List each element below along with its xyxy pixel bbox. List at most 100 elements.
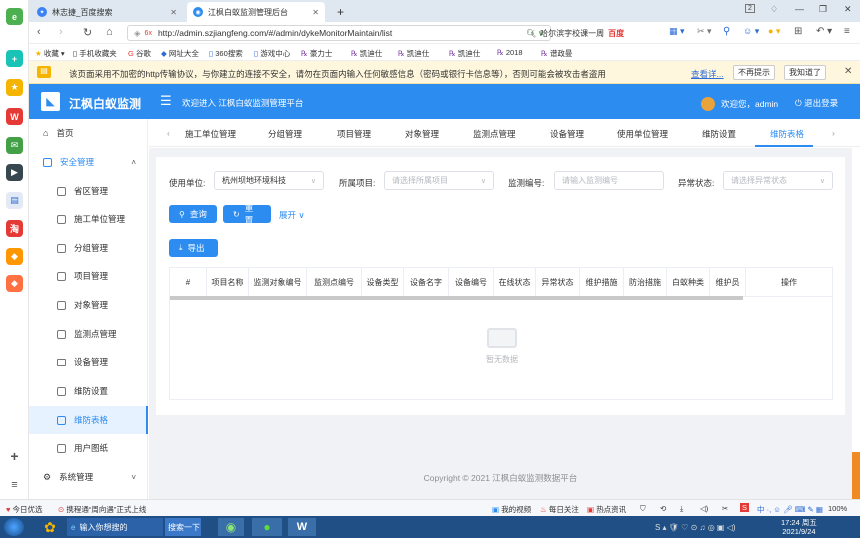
sidebar-item-system[interactable]: ⚙ 系统管理 ˅ xyxy=(29,463,148,491)
sidebar-item-user-drawings[interactable]: 用户图纸 xyxy=(29,434,148,462)
status-daily[interactable]: ♨ 每日关注 xyxy=(540,504,579,515)
more-icon[interactable]: ≡ xyxy=(844,26,850,37)
tab-user-unit[interactable]: 使用单位管理 xyxy=(617,128,668,140)
document-icon[interactable]: ▤ xyxy=(6,192,23,209)
tab-maintain-table[interactable]: 维防表格 xyxy=(770,128,804,140)
address-bar[interactable]: ◈ 6x http://admin.szjiangfeng.com/#/admi… xyxy=(127,25,551,41)
new-tab-button[interactable]: + xyxy=(331,2,350,22)
wechat-icon[interactable]: ● xyxy=(252,518,282,536)
bookmark-item[interactable]: ▯ 手机收藏夹 xyxy=(73,48,117,59)
close-warning-icon[interactable]: ✕ xyxy=(844,66,852,77)
browser-tab[interactable]: ✦ 林志捷_百度搜索 ✕ xyxy=(31,2,183,22)
bookmark-item[interactable]: ℞ 2018 xyxy=(497,48,523,57)
grid-icon[interactable]: ▦ ▾ xyxy=(669,26,685,37)
bookmark-item[interactable]: ℞ 凯迪仕 xyxy=(449,48,480,59)
tab-monitor-point[interactable]: 监测点管理 xyxy=(473,128,516,140)
horizontal-scrollbar[interactable] xyxy=(170,296,743,300)
sidebar-item-security[interactable]: 安全管理 ˄ xyxy=(29,148,148,176)
tab-maintain-settings[interactable]: 维防设置 xyxy=(702,128,736,140)
magnify-icon[interactable]: ⚲ xyxy=(723,26,730,37)
search-box[interactable]: 🔍︎ 哈尔滨字校课一周 百度 xyxy=(526,25,656,41)
side-widget[interactable] xyxy=(852,452,860,500)
sidebar-item-maintain-table[interactable]: 维防表格 xyxy=(29,406,148,434)
taskbar-ie-item[interactable]: e 输入你想搜的 xyxy=(67,518,163,536)
bookmark-item[interactable]: ℞ 凯迪仕 xyxy=(398,48,429,59)
user-info[interactable]: 欢迎您，admin xyxy=(701,97,778,111)
start-button[interactable] xyxy=(4,518,24,536)
status-hot-news[interactable]: ▣ 热点资讯 xyxy=(587,504,626,515)
bookmark-item[interactable]: ★ 收藏 ▾ xyxy=(35,48,65,59)
status-my-video[interactable]: ▣ 我的视频 xyxy=(492,504,531,515)
browser-logo-icon[interactable]: e xyxy=(6,8,23,25)
sidebar-item-province[interactable]: 省区管理 xyxy=(29,177,148,205)
tabs-next-icon[interactable]: › xyxy=(832,128,835,138)
tab-project[interactable]: 项目管理 xyxy=(337,128,371,140)
game2-icon[interactable]: ◆ xyxy=(6,275,23,292)
download-icon[interactable]: ⤓ xyxy=(680,504,683,514)
close-icon[interactable]: ✕ xyxy=(312,8,319,17)
project-select[interactable]: 请选择所属项目 ∨ xyxy=(384,171,494,190)
tray-icons[interactable]: S ▴ 🛡︎ ♡ ⊙ ♫ ◎ ▣ ◁) xyxy=(655,518,736,536)
star-icon[interactable]: ★ xyxy=(6,79,23,96)
bookmark-item[interactable]: G 谷歌 xyxy=(128,48,151,59)
tabs-prev-icon[interactable]: ‹ xyxy=(167,128,170,138)
sidebar-item-maintain-settings[interactable]: 维防设置 xyxy=(29,377,148,405)
abnormal-select[interactable]: 请选择异常状态 ∨ xyxy=(723,171,833,190)
today-picks[interactable]: ♥ 今日优选 xyxy=(6,504,43,515)
code-input[interactable]: 请输入监测编号 xyxy=(554,171,664,190)
refresh-icon[interactable]: ↻ xyxy=(83,26,92,39)
browser-tab-active[interactable]: ◉ 江枫白蚁监测管理后台 ✕ xyxy=(187,2,325,22)
sidebar-item-object[interactable]: 对象管理 xyxy=(29,291,148,319)
export-button[interactable]: ⤓ 导出 xyxy=(169,239,218,257)
app-plus-icon[interactable]: + xyxy=(6,50,23,67)
sidebar-item-device[interactable]: 设备管理 xyxy=(29,348,148,376)
tab-group[interactable]: 分组管理 xyxy=(268,128,302,140)
game-icon[interactable]: ◆ xyxy=(6,248,23,265)
acknowledge-button[interactable]: 我知道了 xyxy=(784,65,826,80)
sound-icon[interactable]: ◁) xyxy=(700,504,708,513)
bookmark-item[interactable]: ▯ 游戏中心 xyxy=(254,48,290,59)
ime-icon[interactable]: S xyxy=(740,503,750,512)
sidebar-item-contractor[interactable]: 施工单位管理 xyxy=(29,205,148,233)
sidebar-item-project[interactable]: 项目管理 xyxy=(29,262,148,290)
bookmark-item[interactable]: ℞ 豪力士 xyxy=(301,48,332,59)
sidebar-item-monitor-point[interactable]: 监测点管理 xyxy=(29,320,148,348)
logout-button[interactable]: ⏻ 退出登录 xyxy=(795,97,838,109)
close-icon[interactable]: ✕ xyxy=(170,8,177,17)
tab-object[interactable]: 对象管理 xyxy=(405,128,439,140)
apps-icon[interactable]: ⊞ xyxy=(794,26,802,37)
coin-icon[interactable]: ● ▾ xyxy=(768,26,780,37)
user-icon[interactable]: ☺ ▾ xyxy=(743,26,759,37)
system-clock[interactable]: 17:24 周五 2021/9/24 xyxy=(781,518,817,536)
bookmark-item[interactable]: ℞ 谱政曼 xyxy=(541,48,572,59)
tab-contractor[interactable]: 施工单位管理 xyxy=(185,128,236,140)
scissors-icon[interactable]: ✂ ▾ xyxy=(697,26,712,37)
forward-icon[interactable]: › xyxy=(59,26,63,38)
reset-button[interactable]: ↻ 重置 xyxy=(223,203,271,225)
pinned-app-icon[interactable]: ✿ xyxy=(38,518,62,536)
undo-icon[interactable]: ↶ ▾ xyxy=(816,26,832,37)
minimize-icon[interactable]: — xyxy=(795,4,804,14)
mail-icon[interactable]: ✉ xyxy=(6,137,23,154)
back-icon[interactable]: ‹ xyxy=(37,26,41,38)
bookmark-item[interactable]: ▯ 360搜索 xyxy=(209,48,243,59)
bookmark-item[interactable]: ℞ 凯迪仕 xyxy=(351,48,382,59)
dismiss-forever-button[interactable]: 不再提示 xyxy=(733,65,775,80)
sidebar-item-home[interactable]: ⌂ 首页 xyxy=(29,119,148,147)
warning-details-link[interactable]: 查看详... xyxy=(691,68,724,80)
query-button[interactable]: ⚲ 查询 xyxy=(169,205,217,223)
tab-device[interactable]: 设备管理 xyxy=(550,128,584,140)
expand-link[interactable]: 展开 ∨ xyxy=(279,209,305,221)
ime-mode-icon[interactable]: 中 ·, ☺ 🎤︎ ⌨ ✎ ▦ xyxy=(757,504,823,515)
shield-icon[interactable]: ⛉ xyxy=(640,504,646,514)
tab-count-badge[interactable]: 2 xyxy=(745,4,755,13)
news-ticker[interactable]: ⊙ 携程通“周向遇”正式上线 xyxy=(58,504,146,515)
screenshot-icon[interactable]: ✂ xyxy=(722,504,728,513)
restore-icon[interactable]: ❐ xyxy=(819,4,827,15)
search-button[interactable]: 搜索一下 xyxy=(165,518,201,536)
skin-icon[interactable]: ♢ xyxy=(770,4,778,15)
list-icon[interactable]: ≡ xyxy=(6,476,23,493)
sync-icon[interactable]: ⟲ xyxy=(660,504,666,513)
bookmark-item[interactable]: ◆ 网址大全 xyxy=(161,48,199,59)
add-icon[interactable]: + xyxy=(6,447,23,464)
